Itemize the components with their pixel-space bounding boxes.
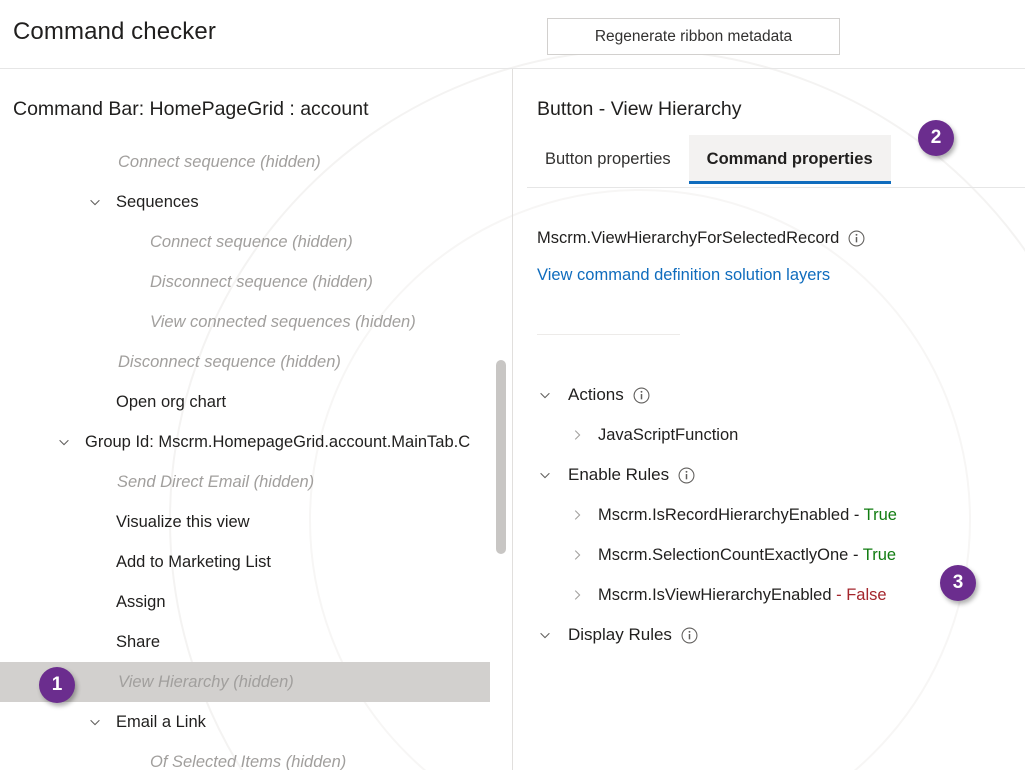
tree-row-label: Disconnect sequence (hidden) [118, 352, 341, 371]
chevron-right-icon[interactable] [569, 507, 585, 523]
rule-group-label: Actions [568, 385, 650, 405]
rule-group-text: Enable Rules [568, 465, 670, 484]
chevron-down-icon[interactable] [87, 714, 103, 730]
app-header: Command checker Regenerate ribbon metada… [0, 0, 1025, 69]
tree-row[interactable]: Share [0, 622, 512, 662]
chevron-down-icon[interactable] [537, 387, 553, 403]
view-command-definition-solution-layers-link[interactable]: View command definition solution layers [537, 266, 830, 285]
button-detail-title: Button - View Hierarchy [537, 98, 742, 120]
tree-row-label: Sequences [116, 192, 199, 211]
tab-command-properties[interactable]: Command properties [688, 135, 891, 184]
chevron-right-icon[interactable] [569, 547, 585, 563]
tree-row-label: Add to Marketing List [116, 552, 271, 571]
pane-divider [512, 69, 513, 770]
chevron-down-icon[interactable] [537, 467, 553, 483]
tree-row-label: View connected sequences (hidden) [150, 312, 416, 331]
regenerate-ribbon-metadata-button[interactable]: Regenerate ribbon metadata [547, 18, 840, 55]
rule-group-text: Display Rules [568, 625, 672, 644]
chevron-right-icon[interactable] [569, 587, 585, 603]
rule-item-value: False [846, 585, 887, 604]
tree-row-label: Of Selected Items (hidden) [150, 752, 347, 770]
command-name-row: Mscrm.ViewHierarchyForSelectedRecord [537, 229, 865, 248]
tree-row-label: Send Direct Email (hidden) [117, 472, 315, 491]
rule-group-label: Enable Rules [568, 465, 695, 485]
tree-row-label: Email a Link [116, 712, 206, 731]
rule-item-label: Mscrm.IsViewHierarchyEnabled - False [598, 586, 887, 605]
rules-tree: Actions JavaScriptFunction Enable Rules Msc… [513, 375, 1025, 655]
rule-item-name: Mscrm.IsViewHierarchyEnabled [598, 585, 832, 604]
rule-group-display-rules[interactable]: Display Rules [513, 615, 1025, 655]
page-title: Command checker [13, 18, 216, 45]
rule-item-label: Mscrm.SelectionCountExactlyOne - True [598, 546, 896, 565]
tree-row[interactable]: Visualize this view [0, 502, 512, 542]
tree-row-label: Visualize this view [116, 512, 250, 531]
info-icon[interactable] [681, 627, 698, 644]
tree-row[interactable]: Group Id: Mscrm.HomepageGrid.account.Mai… [0, 422, 512, 462]
info-icon[interactable] [848, 230, 865, 247]
rule-group-actions[interactable]: Actions [513, 375, 1025, 415]
tree-row-label: Group Id: Mscrm.HomepageGrid.account.Mai… [85, 432, 471, 451]
tree-row[interactable]: View connected sequences (hidden) [0, 302, 512, 342]
info-icon[interactable] [633, 387, 650, 404]
left-pane: Command Bar: HomePageGrid : account Conn… [0, 69, 512, 770]
rule-item-value: True [862, 545, 897, 564]
step-badge-2: 2 [918, 120, 954, 156]
rule-item-value: True [863, 505, 897, 524]
tree-row[interactable]: Open org chart [0, 382, 512, 422]
tab-button-properties[interactable]: Button properties [527, 135, 689, 184]
right-pane: Button - View Hierarchy Button propertie… [513, 69, 1025, 770]
tree-row-label: Connect sequence (hidden) [150, 232, 353, 251]
rule-item-separator: - [849, 505, 864, 524]
tree-row-label: View Hierarchy (hidden) [118, 672, 294, 691]
rule-item-name: Mscrm.SelectionCountExactlyOne [598, 545, 849, 564]
rule-item-label: Mscrm.IsRecordHierarchyEnabled - True [598, 506, 897, 525]
chevron-right-icon[interactable] [569, 427, 585, 443]
section-divider [537, 334, 680, 335]
chevron-down-icon[interactable] [56, 434, 72, 450]
rule-item[interactable]: Mscrm.IsRecordHierarchyEnabled - True [513, 495, 1025, 535]
info-icon[interactable] [678, 467, 695, 484]
rule-item-separator: - [831, 585, 847, 604]
tree-row[interactable]: Disconnect sequence (hidden) [0, 262, 512, 302]
tree-row-label: Connect sequence (hidden) [118, 152, 321, 171]
rule-group-enable-rules[interactable]: Enable Rules [513, 455, 1025, 495]
chevron-down-icon[interactable] [537, 627, 553, 643]
tree-row-label: Open org chart [116, 392, 227, 411]
tree-row[interactable]: Connect sequence (hidden) [0, 142, 512, 182]
tree-row-label: Assign [116, 592, 166, 611]
step-badge-3: 3 [940, 565, 976, 601]
tree-row[interactable]: Add to Marketing List [0, 542, 512, 582]
properties-tablist: Button properties Command properties [527, 135, 891, 184]
rule-item-name: Mscrm.IsRecordHierarchyEnabled [598, 505, 850, 524]
command-tree: Connect sequence (hidden) Sequences Connec… [0, 142, 512, 770]
tree-row[interactable]: Of Selected Items (hidden) [0, 742, 512, 770]
rule-item-separator: - [848, 545, 863, 564]
tree-row-label: Disconnect sequence (hidden) [150, 272, 373, 291]
tabs-underline [527, 187, 1025, 188]
tree-row[interactable]: Sequences [0, 182, 512, 222]
chevron-down-icon[interactable] [87, 194, 103, 210]
command-bar-title: Command Bar: HomePageGrid : account [13, 98, 369, 120]
tree-row-label: Share [116, 632, 161, 651]
rule-item[interactable]: JavaScriptFunction [513, 415, 1025, 455]
rule-group-text: Actions [568, 385, 624, 404]
tree-row[interactable]: Disconnect sequence (hidden) [0, 342, 512, 382]
rule-item-label: JavaScriptFunction [598, 426, 738, 445]
left-pane-scrollbar-thumb[interactable] [496, 360, 506, 554]
step-badge-1: 1 [39, 667, 75, 703]
tree-row[interactable]: Send Direct Email (hidden) [0, 462, 512, 502]
tree-row[interactable]: Email a Link [0, 702, 512, 742]
command-checker-page: Command checker Regenerate ribbon metada… [0, 0, 1025, 770]
tree-row[interactable]: Assign [0, 582, 512, 622]
rule-item-name: JavaScriptFunction [598, 425, 739, 444]
command-name-label: Mscrm.ViewHierarchyForSelectedRecord [537, 229, 840, 247]
tree-row[interactable]: Connect sequence (hidden) [0, 222, 512, 262]
rule-group-label: Display Rules [568, 625, 698, 645]
